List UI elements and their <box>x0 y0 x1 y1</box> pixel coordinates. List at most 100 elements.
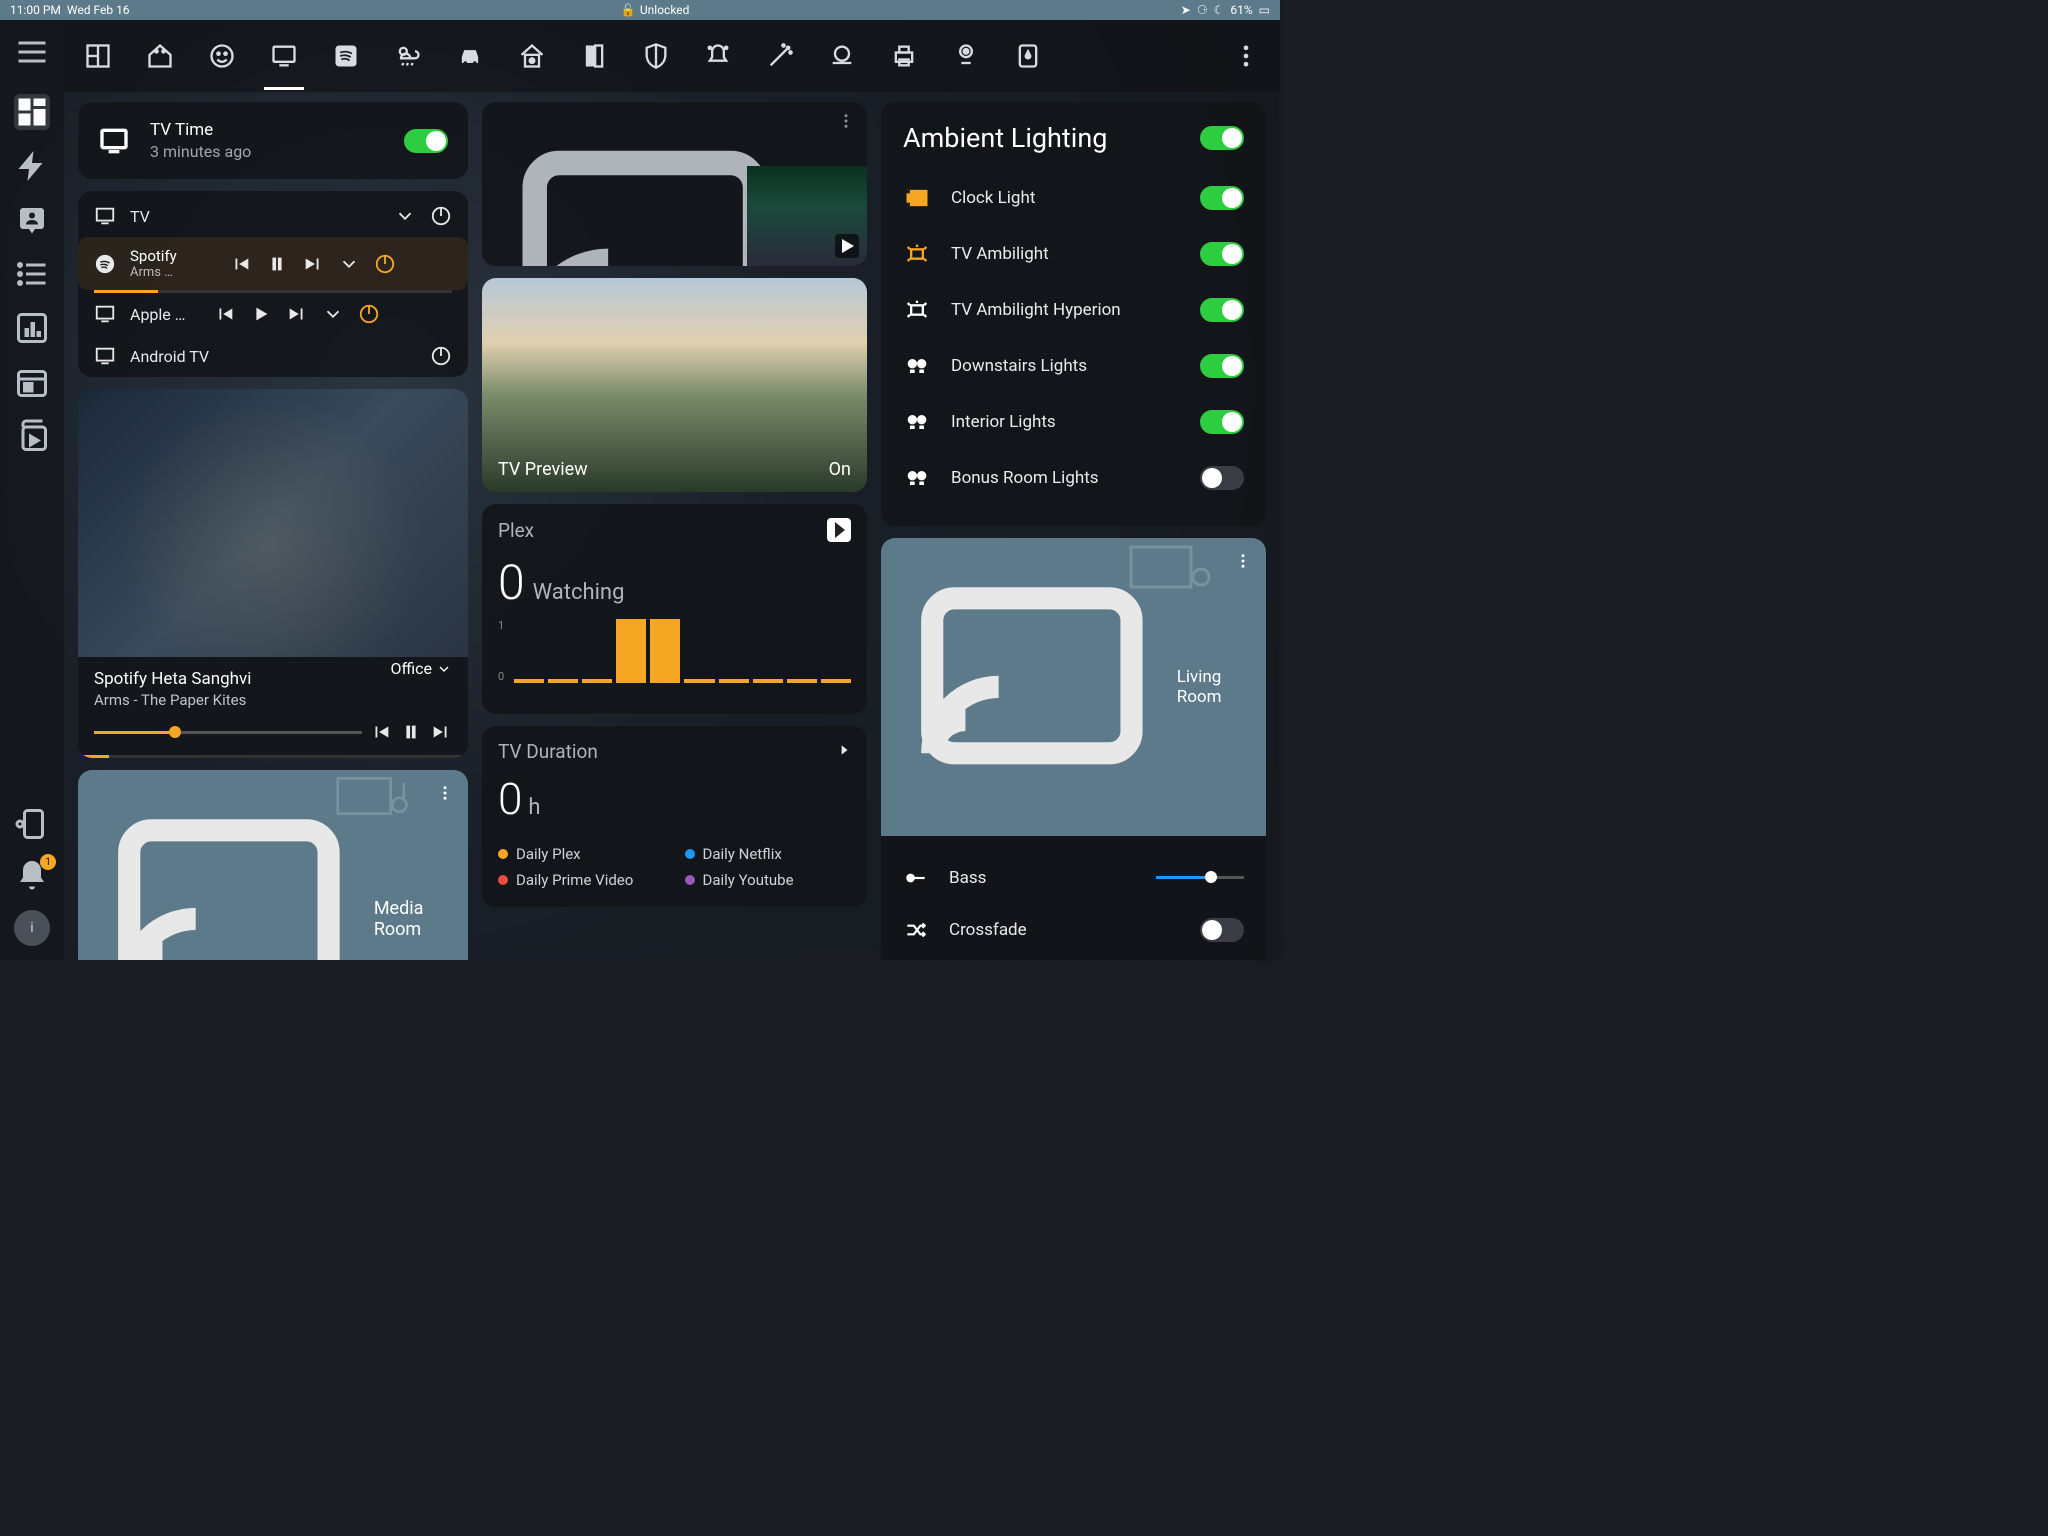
tab-weather-icon[interactable] <box>394 42 422 70</box>
skip-next-icon[interactable] <box>430 721 452 743</box>
light-toggle[interactable] <box>1200 242 1244 266</box>
chevron-down-icon[interactable] <box>322 303 344 325</box>
light-row[interactable]: Downstairs Lights <box>903 338 1244 394</box>
source-picker[interactable]: Office <box>390 659 452 678</box>
tv-time-toggle[interactable] <box>404 129 448 153</box>
now-playing-card[interactable]: Office Spotify Heta Sanghvi Arms - The P… <box>78 389 468 758</box>
tab-bell-icon[interactable] <box>704 42 732 70</box>
power-icon[interactable] <box>358 303 380 325</box>
tab-water-icon[interactable] <box>1014 42 1042 70</box>
spotify-title: Spotify <box>130 247 216 265</box>
tv-duration-card[interactable]: TV Duration 0h Daily PlexDaily NetflixDa… <box>482 726 867 907</box>
tab-shield-icon[interactable] <box>642 42 670 70</box>
tab-door-icon[interactable] <box>580 42 608 70</box>
ambient-lights-list: Clock LightTV Ambilight TV Ambilight Hype… <box>903 170 1244 506</box>
tab-smarthome-icon[interactable] <box>518 42 546 70</box>
cast-icon <box>899 554 1165 820</box>
light-row[interactable]: TV Ambilight Hyperion <box>903 282 1244 338</box>
skip-next-icon[interactable] <box>286 303 308 325</box>
pause-icon[interactable] <box>266 253 288 275</box>
tab-printer-icon[interactable] <box>890 42 918 70</box>
battery-icon: ▭ <box>1259 3 1270 17</box>
tab-network-icon[interactable] <box>828 42 856 70</box>
tv-time-card[interactable]: TV Time 3 minutes ago <box>78 102 468 179</box>
chevron-down-icon[interactable] <box>338 253 360 275</box>
setting-row[interactable]: zNight Sound <box>903 956 1244 960</box>
tab-tv-icon[interactable] <box>270 42 298 70</box>
tab-home-icon[interactable] <box>146 42 174 70</box>
power-icon[interactable] <box>374 253 396 275</box>
light-toggle[interactable] <box>1200 410 1244 434</box>
chevron-down-icon[interactable] <box>394 205 416 227</box>
light-row[interactable]: Bonus Room Lights <box>903 450 1244 506</box>
light-row[interactable]: Interior Lights <box>903 394 1244 450</box>
skip-prev-icon[interactable] <box>370 721 392 743</box>
media-tv-row[interactable]: TV <box>78 195 468 237</box>
setting-toggle[interactable] <box>1200 918 1244 942</box>
overflow-menu-icon[interactable] <box>1232 42 1260 70</box>
light-label: Interior Lights <box>951 412 1180 432</box>
tvdur-title: TV Duration <box>498 740 598 763</box>
person-icon[interactable] <box>14 202 50 238</box>
notifications-icon[interactable]: 1 <box>14 858 50 894</box>
tab-floorplan-icon[interactable] <box>84 42 112 70</box>
bass-slider[interactable] <box>1156 876 1244 879</box>
more-icon[interactable] <box>837 112 855 134</box>
skip-prev-icon[interactable] <box>230 253 252 275</box>
living-room-header[interactable]: Living Room <box>881 538 1266 836</box>
chevron-right-icon[interactable] <box>827 518 851 542</box>
media-tv-label: TV <box>130 207 380 226</box>
dev-tools-icon[interactable] <box>14 806 50 842</box>
energy-icon[interactable] <box>14 148 50 184</box>
spotify-icon <box>94 253 116 275</box>
media-android-row[interactable]: Android TV <box>78 335 468 377</box>
tab-face-icon[interactable] <box>208 42 236 70</box>
avatar[interactable]: i <box>14 910 50 946</box>
tab-wand-icon[interactable] <box>766 42 794 70</box>
light-toggle[interactable] <box>1200 298 1244 322</box>
menu-icon[interactable] <box>14 34 50 70</box>
light-toggle[interactable] <box>1200 354 1244 378</box>
skip-next-icon[interactable] <box>302 253 324 275</box>
light-label: Downstairs Lights <box>951 356 1180 376</box>
ambient-master-toggle[interactable] <box>1200 126 1244 150</box>
plex-chart: 10 <box>498 619 851 683</box>
light-toggle[interactable] <box>1200 186 1244 210</box>
album-art <box>78 389 468 657</box>
status-bar: 11:00 PM Wed Feb 16 🔓 Unlocked ➤ ⚆ ☾ 61%… <box>0 0 1280 20</box>
media-apple-row[interactable]: Apple … <box>78 293 468 335</box>
plex-card[interactable]: Plex 0Watching 10 <box>482 504 867 714</box>
tv-preview-title: TV Preview <box>498 459 588 480</box>
light-toggle[interactable] <box>1200 466 1244 490</box>
chevron-right-icon[interactable] <box>837 742 851 761</box>
more-icon[interactable] <box>1234 552 1252 574</box>
media-room-card[interactable]: Media Room <box>78 770 468 960</box>
player-seek[interactable] <box>94 731 362 734</box>
light-label: TV Ambilight Hyperion <box>951 300 1180 320</box>
power-icon[interactable] <box>430 205 452 227</box>
living-room-title: Living Room <box>1177 667 1248 707</box>
tab-camera-icon[interactable] <box>952 42 980 70</box>
media-spotify-row[interactable]: Spotify Arms … <box>78 237 468 290</box>
setting-row[interactable]: Bass <box>903 852 1244 904</box>
dashboard-icon[interactable] <box>14 94 50 130</box>
tv-icon <box>94 303 116 325</box>
list-icon[interactable] <box>14 256 50 292</box>
media-library-icon[interactable] <box>14 418 50 454</box>
tab-car-icon[interactable] <box>456 42 484 70</box>
skip-prev-icon[interactable] <box>214 303 236 325</box>
spotify-progress[interactable] <box>94 290 452 293</box>
light-row[interactable]: Clock Light <box>903 170 1244 226</box>
canvas-card[interactable]: Canvas DSC_0533 <box>482 102 867 266</box>
calendar-icon[interactable] <box>14 364 50 400</box>
expand-icon[interactable] <box>835 234 859 258</box>
tab-spotify-icon[interactable] <box>332 42 360 70</box>
light-row[interactable]: TV Ambilight <box>903 226 1244 282</box>
tv-preview-card[interactable]: TV Preview On <box>482 278 867 492</box>
pause-icon[interactable] <box>400 721 422 743</box>
chart-icon[interactable] <box>14 310 50 346</box>
setting-row[interactable]: Crossfade <box>903 904 1244 956</box>
play-icon[interactable] <box>250 303 272 325</box>
power-icon[interactable] <box>430 345 452 367</box>
more-icon[interactable] <box>436 784 454 806</box>
